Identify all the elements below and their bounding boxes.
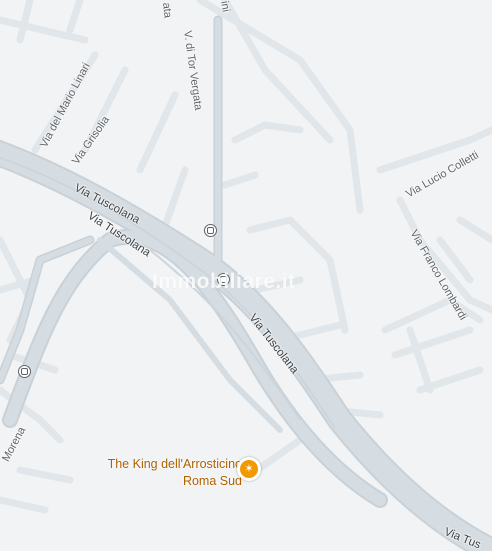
poi-name-line2: Roma Sud <box>182 474 242 488</box>
minor-road <box>136 91 179 174</box>
minor-road <box>456 216 492 244</box>
restaurant-icon: ✶ <box>240 460 258 478</box>
minor-road <box>66 0 84 34</box>
bus-stop-icon[interactable] <box>204 224 217 237</box>
minor-road <box>221 0 334 144</box>
minor-road <box>221 171 259 189</box>
minor-road <box>196 0 364 214</box>
poi-label[interactable]: The King dell'Arrosticino Roma Sud <box>60 456 242 490</box>
street-label: ata <box>160 2 174 19</box>
street-label: ini <box>218 0 232 13</box>
restaurant-pin[interactable]: ✶ <box>237 457 261 481</box>
watermark: Immobiliare.it <box>152 270 296 293</box>
minor-road <box>391 326 474 359</box>
minor-road <box>0 496 49 514</box>
minor-road <box>406 326 434 394</box>
map-canvas[interactable]: ata ini V. di Tor Vergata Via del Mario … <box>0 0 492 551</box>
poi-name-line1: The King dell'Arrosticino <box>107 457 242 471</box>
minor-road <box>16 0 34 44</box>
bus-stop-icon[interactable] <box>18 365 31 378</box>
minor-road <box>231 121 304 144</box>
